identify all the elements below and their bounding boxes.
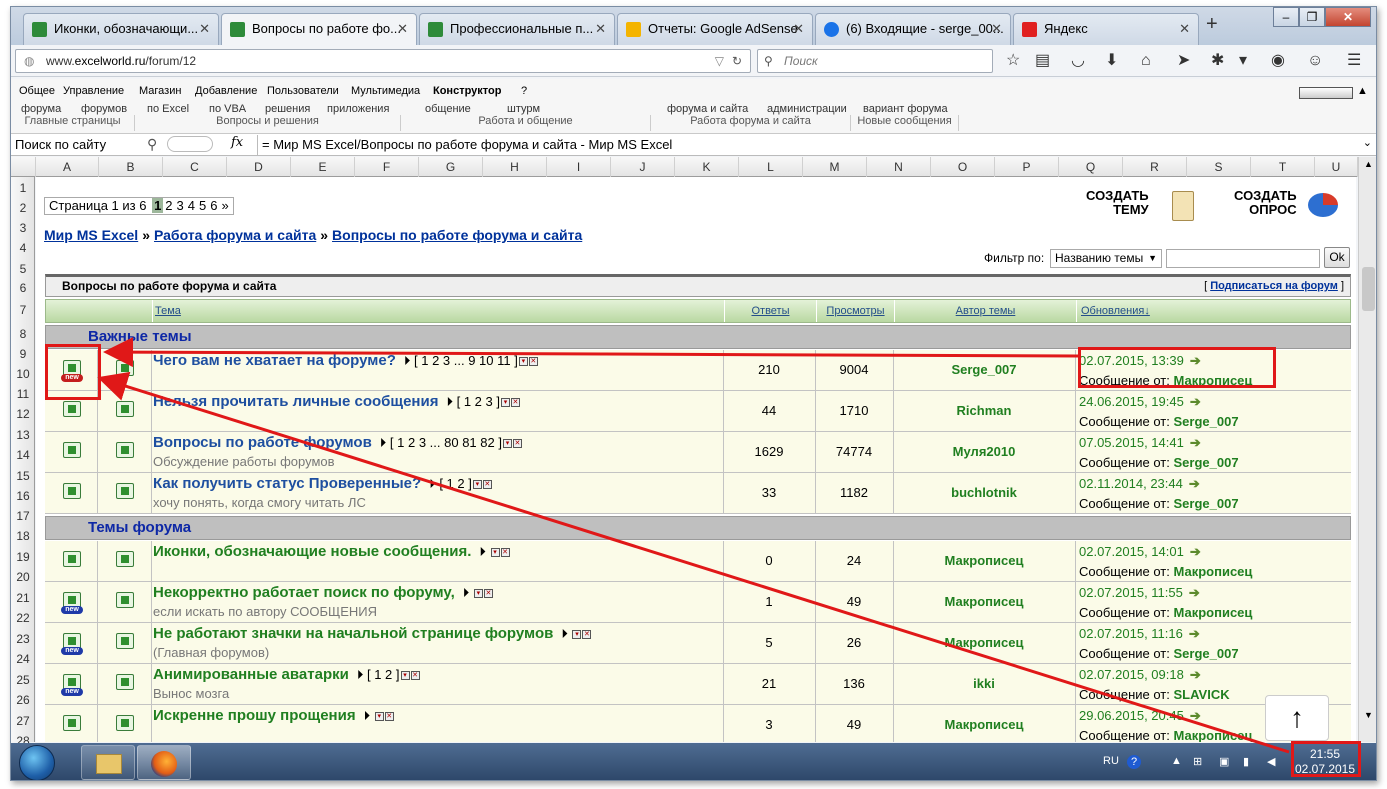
arrow-update-to-icon — [103, 337, 1079, 368]
browser-window: Иконки, обозначающи... ✕ Вопросы по работ… — [10, 6, 1377, 781]
arrow-clock-to-icon — [97, 371, 1290, 754]
annotation-arrows — [97, 337, 1290, 754]
